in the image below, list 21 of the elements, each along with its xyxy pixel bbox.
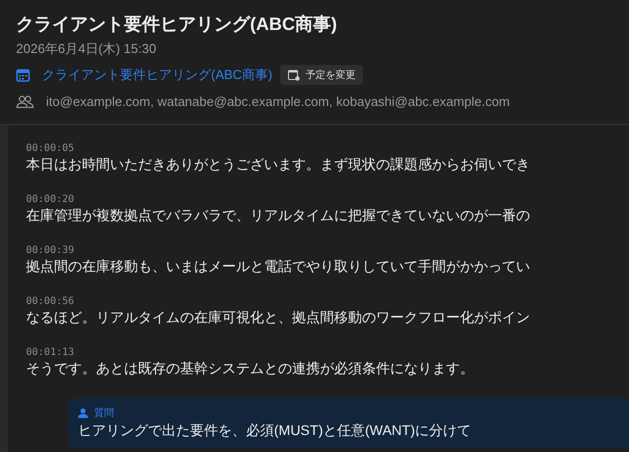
event-link[interactable]: クライアント要件ヒアリング(ABC商事) [42, 66, 272, 84]
people-icon [16, 94, 34, 108]
timestamp: 00:00:39 [26, 245, 76, 256]
calendar-icon [16, 68, 30, 82]
question-label: 質問 [94, 406, 114, 420]
transcript-text: なるほど。リアルタイムの在庫可視化と、拠点間移動のワークフロー化がポイン [26, 309, 531, 327]
timestamp: 00:00:56 [26, 296, 76, 307]
person-icon [78, 408, 88, 418]
transcript-text: そうです。あとは既存の基幹システムとの連携が必須条件になります。 [26, 360, 475, 378]
timestamp: 00:00:05 [26, 143, 76, 154]
question-text: ヒアリングで出た要件を、必須(MUST)と任意(WANT)に分けて [78, 422, 472, 440]
reschedule-button[interactable]: 予定を変更 [280, 65, 364, 85]
meeting-datetime: 2026年6月4日(木) 15:30 [16, 40, 158, 58]
transcript-text: 本日はお時間いただきありがとうございます。まず現状の課題感からお伺いでき [26, 156, 531, 174]
calendar-edit-icon [288, 70, 300, 80]
attendee-list: ito@example.com, watanabe@abc.example.com, kobayashi@abc.example.com [46, 94, 510, 108]
transcript-text: 在庫管理が複数拠点でバラバラで、リアルタイムに把握できていないのが一番の [26, 207, 531, 225]
transcript-text: 拠点間の在庫移動も、いまはメールと電話でやり取りしていて手間がかかってい [26, 258, 531, 276]
timestamp: 00:01:13 [26, 347, 76, 358]
timestamp: 00:00:20 [26, 194, 76, 205]
meeting-title: クライアント要件ヒアリング(ABC商事) [16, 13, 338, 36]
